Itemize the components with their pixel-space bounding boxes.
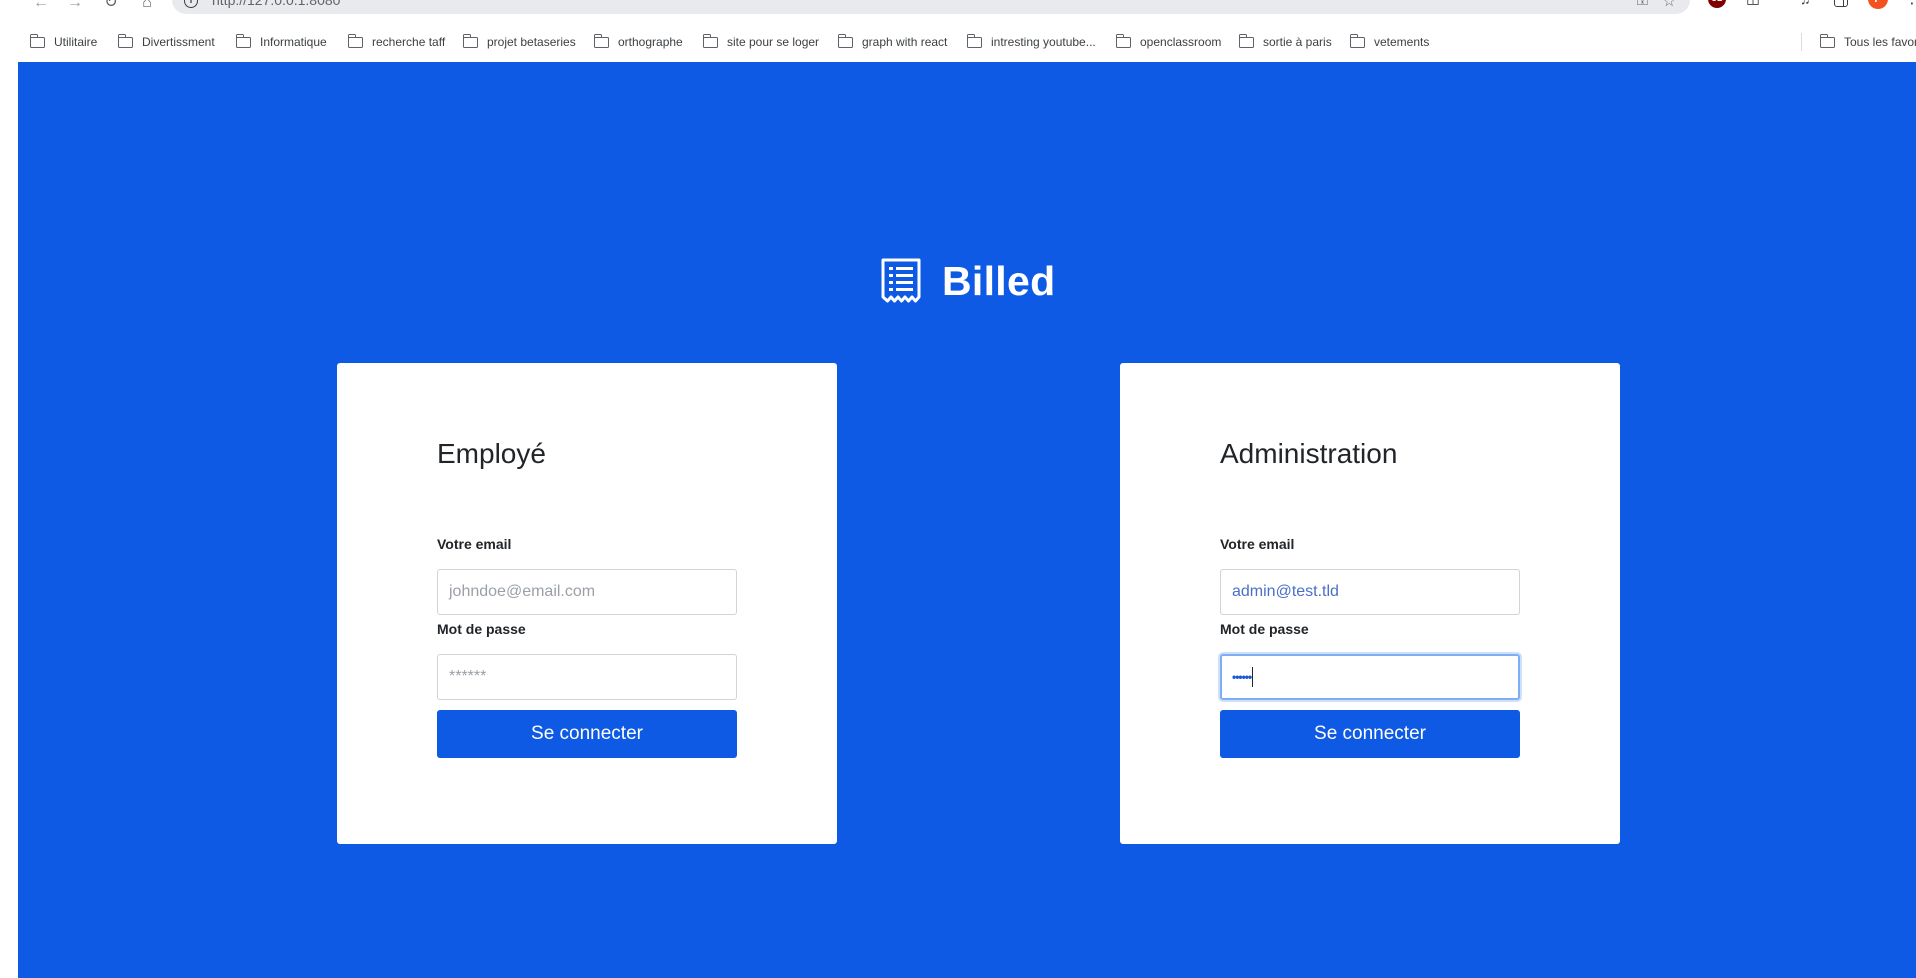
site-info-icon[interactable]: i: [184, 0, 198, 8]
side-panel-icon[interactable]: [1834, 0, 1848, 7]
ublock-icon[interactable]: UB: [1708, 0, 1726, 8]
browser-chrome: ← → ↻ ⌂ i http://127.0.0.1:8080 ⚿ ☆ UB ◫…: [0, 0, 1916, 62]
bookmark-label: orthographe: [618, 35, 683, 49]
email-value: admin@test.tld: [1232, 583, 1339, 600]
folder-icon: [837, 34, 853, 48]
app-name: Billed: [942, 257, 1056, 304]
url-text[interactable]: http://127.0.0.1:8080: [212, 0, 340, 8]
bookmark-label: Utilitaire: [54, 35, 98, 49]
back-arrow-icon[interactable]: ←: [30, 0, 52, 14]
folder-icon: [1349, 34, 1365, 48]
bookmarks-divider: [1801, 33, 1802, 51]
email-placeholder: johndoe@email.com: [449, 583, 596, 600]
bookmark-label: Tous les favoris: [1844, 35, 1916, 49]
bookmark-folder[interactable]: recherche taff: [347, 30, 446, 54]
bookmark-label: graph with react: [862, 35, 948, 49]
folder-icon: [29, 34, 45, 48]
folder-icon: [702, 34, 718, 48]
email-label: Votre email: [1220, 536, 1295, 552]
bookmark-label: site pour se loger: [727, 35, 820, 49]
home-icon[interactable]: ⌂: [136, 0, 158, 14]
bookmark-label: projet betaseries: [487, 35, 576, 49]
bookmark-folder[interactable]: site pour se loger: [702, 30, 820, 54]
folder-icon: [1115, 34, 1131, 48]
admin-email-field[interactable]: admin@test.tld: [1220, 569, 1520, 615]
brand-header: Billed: [880, 256, 1055, 306]
address-bar[interactable]: i http://127.0.0.1:8080 ⚿ ☆: [172, 0, 1690, 14]
bookmark-folder[interactable]: Utilitaire: [29, 30, 98, 54]
bookmark-label: sortie à paris: [1263, 35, 1332, 49]
bookmark-folder[interactable]: Informatique: [235, 30, 327, 54]
bookmark-folder[interactable]: vetements: [1349, 30, 1430, 54]
star-icon[interactable]: ☆: [1663, 0, 1676, 10]
folder-icon: [235, 34, 251, 48]
text-caret: [1252, 666, 1254, 687]
bookmark-label: openclassroom: [1140, 35, 1222, 49]
admin-login-card: Administration Votre email admin@test.tl…: [1120, 363, 1620, 844]
bookmark-label: vetements: [1374, 35, 1430, 49]
employee-login-button[interactable]: Se connecter: [437, 710, 737, 758]
card-title: Administration: [1220, 438, 1398, 469]
bookmark-label: recherche taff: [372, 35, 446, 49]
folder-icon: [966, 34, 982, 48]
admin-login-button[interactable]: Se connecter: [1220, 710, 1520, 758]
folder-icon: [117, 34, 133, 48]
bookmark-folder[interactable]: intresting youtube...: [966, 30, 1096, 54]
folder-icon: [462, 34, 478, 48]
media-icon[interactable]: ♬: [1798, 0, 1816, 8]
folder-icon: [1238, 34, 1254, 48]
employee-login-card: Employé Votre email johndoe@email.com Mo…: [337, 363, 837, 844]
bookmark-folder[interactable]: sortie à paris: [1238, 30, 1332, 54]
bookmarks-bar: Utilitaire Divertissment Informatique re…: [0, 30, 1916, 54]
bookmark-label: Informatique: [260, 35, 327, 49]
card-title: Employé: [437, 438, 546, 469]
folder-icon: [347, 34, 363, 48]
password-label: Mot de passe: [1220, 621, 1309, 637]
bookmark-folder[interactable]: orthographe: [593, 30, 683, 54]
password-value: ••••••: [1232, 670, 1252, 684]
password-key-icon[interactable]: ⚿: [1637, 0, 1648, 9]
reload-icon[interactable]: ↻: [100, 0, 122, 14]
password-label: Mot de passe: [437, 621, 526, 637]
forward-arrow-icon[interactable]: →: [64, 0, 86, 14]
folder-icon: [593, 34, 609, 48]
bookmark-folder[interactable]: projet betaseries: [462, 30, 576, 54]
employee-password-field[interactable]: ******: [437, 654, 737, 700]
admin-password-field[interactable]: ••••••: [1220, 654, 1520, 700]
password-placeholder: ******: [449, 668, 487, 685]
bookmark-label: intresting youtube...: [991, 35, 1096, 49]
email-label: Votre email: [437, 536, 512, 552]
browser-toolbar: ← → ↻ ⌂ i http://127.0.0.1:8080 ⚿ ☆ UB ◫…: [0, 0, 1916, 18]
folder-icon: [1819, 34, 1835, 48]
bookmark-folder[interactable]: graph with react: [837, 30, 948, 54]
all-bookmarks-folder[interactable]: Tous les favoris: [1819, 30, 1916, 54]
bookmark-folder[interactable]: openclassroom: [1115, 30, 1222, 54]
login-page: Billed Employé Votre email johndoe@email…: [18, 62, 1916, 978]
avatar[interactable]: P: [1868, 0, 1888, 9]
extensions-icon[interactable]: ◫: [1744, 0, 1762, 8]
bookmark-folder[interactable]: Divertissment: [117, 30, 215, 54]
menu-icon[interactable]: ⋮: [1904, 0, 1916, 8]
receipt-icon: [881, 258, 921, 303]
employee-email-field[interactable]: johndoe@email.com: [437, 569, 737, 615]
bookmark-label: Divertissment: [142, 35, 215, 49]
